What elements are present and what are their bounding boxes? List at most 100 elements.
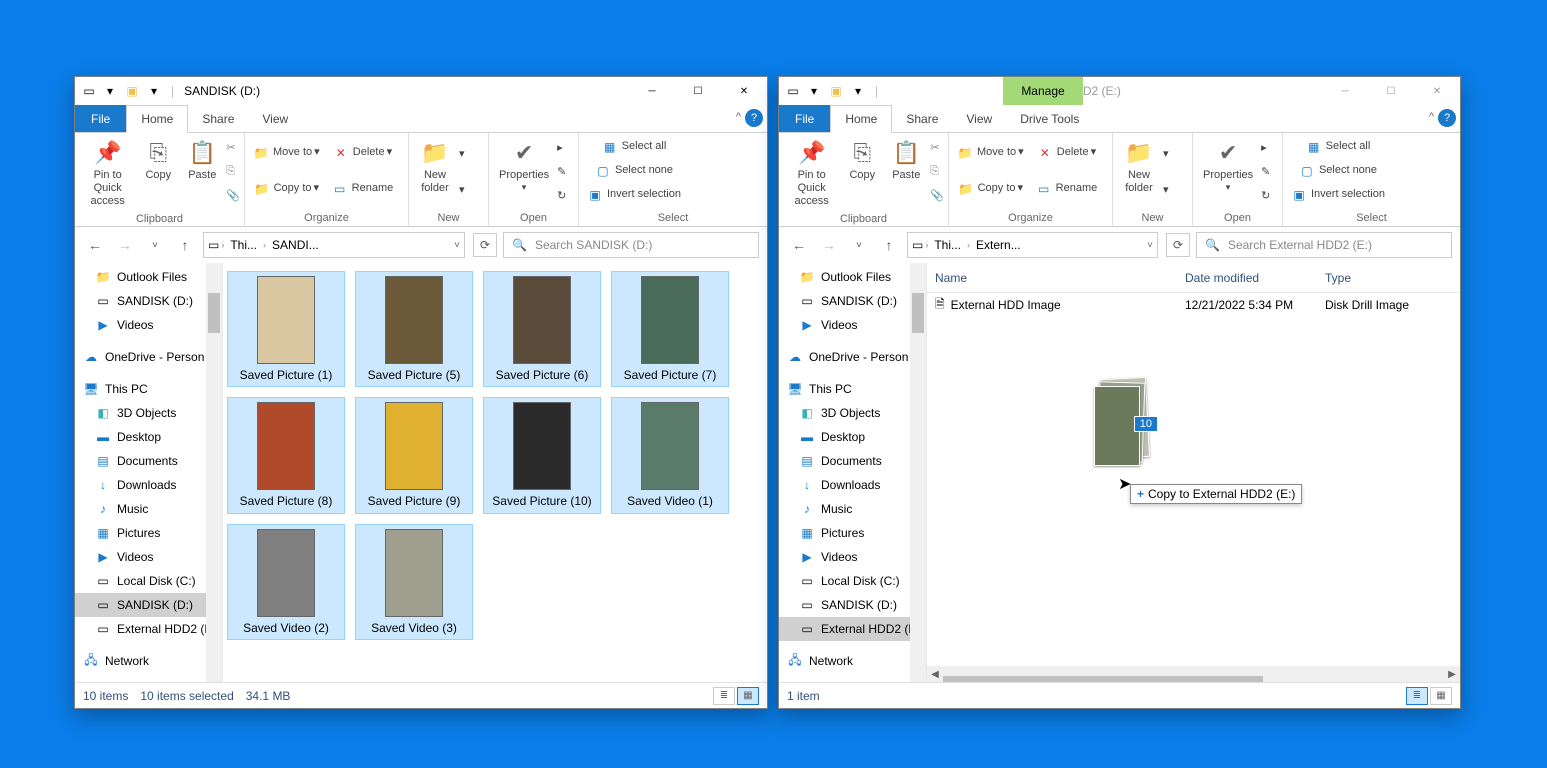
- column-date[interactable]: Date modified: [1177, 271, 1317, 285]
- copy-to-button[interactable]: 📁Copy to▾: [953, 180, 1028, 198]
- qat-down-icon[interactable]: ▾: [101, 83, 119, 99]
- select-none-button[interactable]: ▢Select none: [1287, 162, 1389, 180]
- nav-pane[interactable]: 📁Outlook Files ▭SANDISK (D:) ▶Videos ☁On…: [75, 263, 223, 682]
- home-tab[interactable]: Home: [126, 105, 188, 133]
- titlebar[interactable]: ▭ ▾ ▣ ▾ | External HDD2 (E:) ─ ☐ ✕ Manag…: [779, 77, 1460, 105]
- properties-button[interactable]: ✔Properties▾: [493, 135, 555, 195]
- share-tab[interactable]: Share: [188, 105, 248, 132]
- new-folder-button[interactable]: 📁New folder: [413, 135, 457, 197]
- history-icon[interactable]: ↻: [557, 189, 566, 202]
- open-icon[interactable]: ▸: [557, 141, 566, 154]
- file-thumbnail[interactable]: Saved Video (3): [355, 524, 473, 640]
- paste-shortcut-icon[interactable]: 📎: [930, 189, 944, 202]
- file-thumbnail[interactable]: Saved Video (2): [227, 524, 345, 640]
- details-view-button[interactable]: ≣: [1406, 687, 1428, 705]
- forward-button[interactable]: →: [817, 233, 841, 257]
- addr-dropdown-icon[interactable]: ˅: [454, 240, 460, 251]
- nav-scrollbar[interactable]: [910, 263, 926, 682]
- file-tab[interactable]: File: [779, 105, 830, 132]
- select-none-button[interactable]: ▢Select none: [583, 162, 685, 180]
- new-item-icon[interactable]: ▾: [1163, 147, 1169, 160]
- copy-button[interactable]: ⎘Copy: [136, 135, 180, 184]
- file-thumbnail[interactable]: Saved Picture (5): [355, 271, 473, 387]
- file-thumbnail[interactable]: Saved Video (1): [611, 397, 729, 513]
- thumb-view-button[interactable]: ▦: [737, 687, 759, 705]
- move-to-button[interactable]: 📁Move to▾: [249, 144, 324, 162]
- content-pane[interactable]: Name Date modified Type 🗎External HDD Im…: [927, 263, 1460, 682]
- file-thumbnail[interactable]: Saved Picture (9): [355, 397, 473, 513]
- open-icon[interactable]: ▸: [1261, 141, 1270, 154]
- column-name[interactable]: Name: [927, 271, 1177, 285]
- share-tab[interactable]: Share: [892, 105, 952, 132]
- close-button[interactable]: ✕: [721, 77, 767, 105]
- copy-path-icon[interactable]: ⎘: [226, 165, 240, 178]
- rename-button[interactable]: ▭Rename: [1032, 180, 1102, 198]
- nav-pane[interactable]: 📁Outlook Files ▭SANDISK (D:) ▶Videos ☁On…: [779, 263, 927, 682]
- file-thumbnail[interactable]: Saved Picture (8): [227, 397, 345, 513]
- edit-icon[interactable]: ✎: [557, 165, 566, 178]
- select-all-button[interactable]: ▦Select all: [583, 138, 685, 156]
- collapse-ribbon-icon[interactable]: ^: [736, 111, 741, 123]
- recent-locations-icon[interactable]: ˅: [143, 233, 167, 257]
- drive-tools-tab[interactable]: Drive Tools: [1006, 105, 1093, 132]
- pin-quick-access-button[interactable]: 📌Pin to Quick access: [783, 135, 840, 211]
- paste-button[interactable]: 📋Paste: [180, 135, 224, 184]
- search-box[interactable]: 🔍 Search External HDD2 (E:): [1196, 232, 1452, 258]
- cut-icon[interactable]: ✂: [930, 141, 944, 154]
- view-tab[interactable]: View: [952, 105, 1006, 132]
- select-all-button[interactable]: ▦Select all: [1287, 138, 1389, 156]
- close-button[interactable]: ✕: [1414, 77, 1460, 105]
- up-button[interactable]: ↑: [173, 233, 197, 257]
- thumb-view-button[interactable]: ▦: [1430, 687, 1452, 705]
- address-bar[interactable]: ▭ › Thi... › Extern... ˅: [907, 232, 1158, 258]
- up-button[interactable]: ↑: [877, 233, 901, 257]
- details-header[interactable]: Name Date modified Type: [927, 263, 1460, 293]
- file-row[interactable]: 🗎External HDD Image 12/21/2022 5:34 PM D…: [927, 293, 1460, 317]
- horizontal-scrollbar[interactable]: ◀▶: [927, 666, 1460, 682]
- back-button[interactable]: ←: [83, 233, 107, 257]
- paste-button[interactable]: 📋Paste: [884, 135, 928, 184]
- rename-button[interactable]: ▭Rename: [328, 180, 398, 198]
- copy-to-button[interactable]: 📁Copy to▾: [249, 180, 324, 198]
- cut-icon[interactable]: ✂: [226, 141, 240, 154]
- home-tab[interactable]: Home: [830, 105, 892, 133]
- forward-button[interactable]: →: [113, 233, 137, 257]
- pin-quick-access-button[interactable]: 📌Pin to Quick access: [79, 135, 136, 211]
- paste-shortcut-icon[interactable]: 📎: [226, 189, 240, 202]
- collapse-ribbon-icon[interactable]: ^: [1429, 111, 1434, 123]
- minimize-button[interactable]: ─: [629, 77, 675, 105]
- new-item-icon[interactable]: ▾: [459, 147, 465, 160]
- qat-overflow-icon[interactable]: ▾: [849, 83, 867, 99]
- invert-selection-button[interactable]: ▣Invert selection: [1287, 186, 1389, 204]
- content-pane[interactable]: Saved Picture (1)Saved Picture (5)Saved …: [223, 263, 767, 682]
- invert-selection-button[interactable]: ▣Invert selection: [583, 186, 685, 204]
- details-view-button[interactable]: ≣: [713, 687, 735, 705]
- easy-access-icon[interactable]: ▾: [459, 183, 465, 196]
- address-bar[interactable]: ▭ › Thi... › SANDI... ˅: [203, 232, 465, 258]
- delete-button[interactable]: ✕Delete▾: [1032, 144, 1102, 162]
- move-to-button[interactable]: 📁Move to▾: [953, 144, 1028, 162]
- column-type[interactable]: Type: [1317, 271, 1359, 285]
- edit-icon[interactable]: ✎: [1261, 165, 1270, 178]
- manage-context-tab[interactable]: Manage: [1003, 77, 1083, 105]
- minimize-button[interactable]: ─: [1322, 77, 1368, 105]
- refresh-button[interactable]: ⟳: [473, 233, 497, 257]
- nav-scrollbar[interactable]: [206, 263, 222, 682]
- maximize-button[interactable]: ☐: [1368, 77, 1414, 105]
- titlebar[interactable]: ▭ ▾ ▣ ▾ | SANDISK (D:) ─ ☐ ✕: [75, 77, 767, 105]
- crumb-this-pc[interactable]: Thi...: [226, 238, 261, 252]
- properties-button[interactable]: ✔Properties▾: [1197, 135, 1259, 195]
- view-tab[interactable]: View: [248, 105, 302, 132]
- history-icon[interactable]: ↻: [1261, 189, 1270, 202]
- folder-icon[interactable]: ▣: [123, 83, 141, 99]
- file-thumbnail[interactable]: Saved Picture (10): [483, 397, 601, 513]
- file-thumbnail[interactable]: Saved Picture (1): [227, 271, 345, 387]
- file-tab[interactable]: File: [75, 105, 126, 132]
- maximize-button[interactable]: ☐: [675, 77, 721, 105]
- qat-down-icon[interactable]: ▾: [805, 83, 823, 99]
- new-folder-button[interactable]: 📁New folder: [1117, 135, 1161, 197]
- qat-overflow-icon[interactable]: ▾: [145, 83, 163, 99]
- help-icon[interactable]: ?: [1438, 109, 1456, 127]
- back-button[interactable]: ←: [787, 233, 811, 257]
- file-thumbnail[interactable]: Saved Picture (6): [483, 271, 601, 387]
